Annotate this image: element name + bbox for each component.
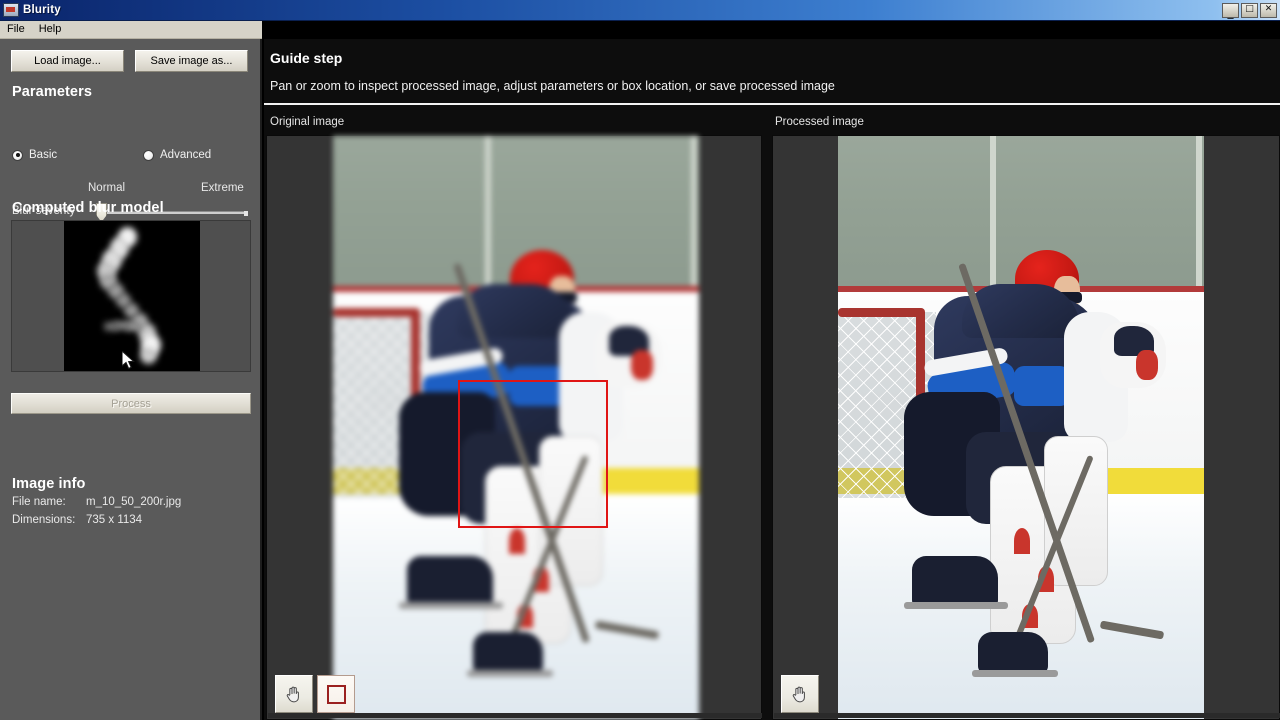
processed-image-caption: Processed image: [775, 116, 864, 128]
original-viewer-toolbar: [275, 675, 355, 713]
menu-item-help[interactable]: Help: [32, 22, 69, 37]
minimize-icon: _: [1227, 5, 1234, 19]
original-image-caption: Original image: [270, 116, 345, 128]
image-info-heading: Image info: [12, 476, 86, 492]
dimensions-label: Dimensions:: [12, 514, 76, 526]
pan-tool-button-processed[interactable]: [781, 675, 819, 713]
left-control-panel: Load image... Save image as... Parameter…: [0, 39, 262, 720]
blur-model-heading: Computed blur model: [12, 200, 164, 216]
window-controls: _ □ ✕: [1222, 2, 1277, 19]
radio-advanced[interactable]: Advanced: [143, 149, 211, 161]
dimensions-value: 735 x 1134: [86, 514, 143, 526]
guide-step-title: Guide step: [270, 50, 343, 66]
mode-radio-group: Basic Advanced: [12, 149, 250, 165]
box-tool-button[interactable]: [317, 675, 355, 713]
original-horizontal-scrollbar[interactable]: [268, 713, 762, 718]
close-icon: ✕: [1264, 3, 1273, 14]
info-row-dimensions: Dimensions: 735 x 1134: [12, 514, 252, 526]
window-title: Blurity: [23, 4, 61, 16]
processed-viewer-toolbar: [781, 675, 819, 713]
process-button[interactable]: Process: [11, 393, 251, 414]
filename-value: m_10_50_200r.jpg: [86, 496, 182, 508]
radio-basic-dot-icon: [12, 149, 23, 161]
radio-basic[interactable]: Basic: [12, 149, 57, 161]
slider-min-label: Normal: [88, 182, 126, 194]
info-row-filename: File name: m_10_50_200r.jpg: [12, 496, 252, 508]
parameters-heading: Parameters: [12, 84, 92, 100]
radio-advanced-label: Advanced: [160, 149, 212, 161]
selection-box[interactable]: [458, 380, 608, 528]
hand-icon: [286, 686, 299, 703]
menu-bar: File Help: [0, 21, 262, 39]
file-button-row: Load image... Save image as...: [11, 50, 251, 72]
menu-item-file[interactable]: File: [0, 22, 32, 37]
guide-step-panel: Guide step Pan or zoom to inspect proces…: [264, 39, 1280, 105]
blur-kernel-image: [64, 221, 200, 371]
maximize-button[interactable]: □: [1241, 2, 1258, 18]
processed-photo[interactable]: [838, 136, 1204, 719]
maximize-icon: □: [1245, 3, 1254, 14]
hand-icon: [792, 686, 805, 703]
guide-step-description: Pan or zoom to inspect processed image, …: [270, 79, 835, 93]
filename-label: File name:: [12, 496, 66, 508]
pan-tool-button[interactable]: [275, 675, 313, 713]
load-image-button[interactable]: Load image...: [11, 50, 124, 72]
close-button[interactable]: ✕: [1260, 2, 1277, 18]
save-image-button[interactable]: Save image as...: [135, 50, 248, 72]
minimize-button[interactable]: _: [1222, 2, 1239, 19]
app-icon: [3, 3, 19, 17]
box-icon: [326, 684, 346, 704]
app-window: Blurity _ □ ✕ File Help Load image... Sa…: [0, 0, 1280, 720]
image-info-list: File name: m_10_50_200r.jpg Dimensions: …: [12, 496, 252, 532]
title-bar: Blurity _ □ ✕: [0, 0, 1280, 21]
slider-max-label: Extreme: [201, 182, 244, 194]
right-work-area: Guide step Pan or zoom to inspect proces…: [264, 39, 1280, 720]
radio-advanced-dot-icon: [143, 149, 154, 161]
computed-blur-model-preview: [11, 220, 251, 372]
processed-image-viewer[interactable]: [772, 135, 1280, 720]
radio-basic-label: Basic: [29, 149, 58, 161]
original-image-viewer[interactable]: [266, 135, 762, 720]
slider-scale-labels: Normal Extreme: [0, 182, 256, 196]
processed-horizontal-scrollbar[interactable]: [774, 713, 1280, 718]
hockey-scene-processed: [838, 136, 1204, 719]
